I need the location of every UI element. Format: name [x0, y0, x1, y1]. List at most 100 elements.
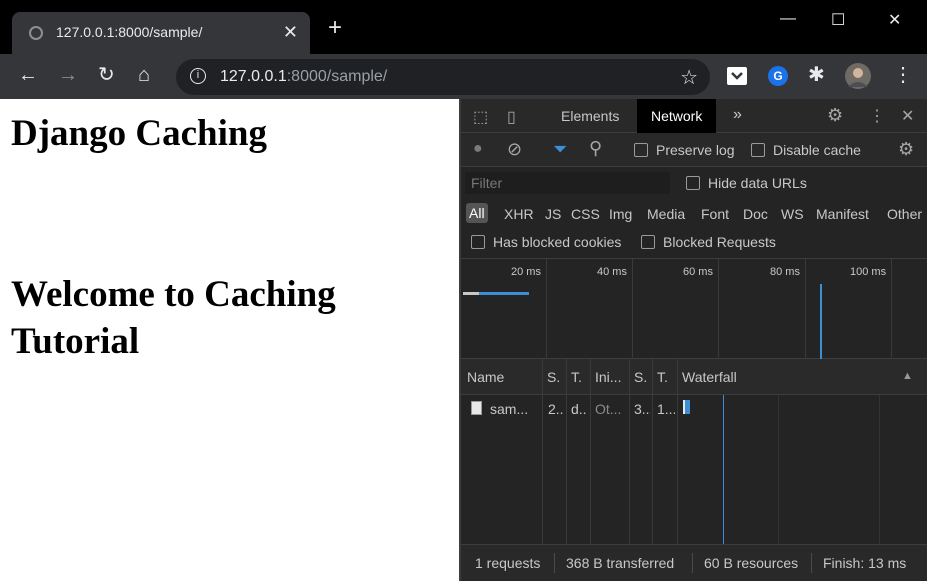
devtools-close-icon[interactable]: ✕	[901, 106, 914, 126]
tab-network[interactable]: Network	[637, 99, 717, 133]
overview-tick-label: 80 ms	[770, 266, 800, 278]
devtools-panel: ⬚ ▯ Elements Network » ⚙ ⋮ ✕ ● ⊘ ⏷ ⚲ Pre…	[459, 99, 927, 581]
home-button[interactable]: ⌂	[138, 65, 150, 85]
network-controls: ● ⊘ ⏷ ⚲ Preserve log Disable cache ⚙	[461, 133, 927, 167]
type-filter-manifest[interactable]: Manifest	[816, 206, 869, 222]
waterfall-gridline	[778, 395, 779, 544]
type-filter-ws[interactable]: WS	[781, 206, 804, 222]
devtools-menu-icon[interactable]: ⋮	[869, 106, 885, 126]
blocked-requests-checkbox[interactable]	[641, 235, 655, 249]
device-toolbar-icon[interactable]: ▯	[507, 107, 516, 127]
url-text: 127.0.0.1:8000/sample/	[220, 68, 388, 85]
type-filter-img[interactable]: Img	[609, 206, 632, 222]
column-header-name[interactable]: Name	[467, 369, 504, 385]
preserve-log-label: Preserve log	[656, 142, 735, 158]
network-settings-gear-icon[interactable]: ⚙	[898, 139, 914, 160]
blocked-filters-row: Has blocked cookies Blocked Requests	[461, 229, 927, 259]
timeline-overview[interactable]: 20 ms 40 ms 60 ms 80 ms 100 ms	[461, 259, 927, 359]
overview-tick-label: 60 ms	[683, 266, 713, 278]
type-filter-media[interactable]: Media	[647, 206, 685, 222]
disable-cache-checkbox[interactable]	[751, 143, 765, 157]
type-filter-other[interactable]: Other	[887, 206, 922, 222]
type-filter-xhr[interactable]: XHR	[504, 206, 534, 222]
filter-icon[interactable]: ⏷	[553, 139, 567, 160]
column-header-initiator[interactable]: Ini...	[595, 369, 625, 385]
browser-tab[interactable]: 127.0.0.1:8000/sample/ ✕	[12, 12, 310, 54]
settings-gear-icon[interactable]: ⚙	[827, 105, 843, 126]
overview-load-marker	[820, 284, 822, 359]
page-heading-welcome-line2: Tutorial	[11, 321, 140, 362]
info-icon[interactable]: i	[190, 68, 206, 84]
close-window-button[interactable]: ✕	[888, 10, 901, 30]
column-header-size[interactable]: S.	[634, 369, 648, 385]
has-blocked-cookies-checkbox[interactable]	[471, 235, 485, 249]
type-filter-doc[interactable]: Doc	[743, 206, 768, 222]
disable-cache-label: Disable cache	[773, 142, 861, 158]
hide-data-urls-checkbox[interactable]	[686, 176, 700, 190]
sort-up-icon[interactable]: ▲	[902, 370, 913, 382]
svg-text:G: G	[773, 69, 782, 83]
network-status-bar: 1 requests 368 B transferred 60 B resour…	[461, 544, 927, 581]
tab-title: 127.0.0.1:8000/sample/	[56, 24, 203, 40]
overview-gridline	[805, 259, 806, 359]
search-icon[interactable]: ⚲	[589, 138, 602, 159]
cell-name: sam...	[490, 401, 529, 417]
profile-avatar[interactable]	[845, 63, 871, 89]
title-bar: 127.0.0.1:8000/sample/ ✕ + — ☐ ✕	[0, 0, 927, 54]
type-filter-js[interactable]: JS	[545, 206, 561, 222]
has-blocked-cookies-label: Has blocked cookies	[493, 234, 622, 250]
type-filter-font[interactable]: Font	[701, 206, 729, 222]
column-header-waterfall[interactable]: Waterfall	[682, 369, 737, 385]
column-divider	[652, 359, 653, 544]
forward-button[interactable]: →	[58, 65, 78, 85]
page-heading-django: Django Caching	[11, 113, 267, 154]
waterfall-load-marker	[723, 395, 724, 544]
preserve-log-checkbox[interactable]	[634, 143, 648, 157]
column-header-type[interactable]: T.	[571, 369, 585, 385]
status-divider	[811, 553, 812, 573]
globe-icon	[29, 26, 43, 40]
address-bar[interactable]: i 127.0.0.1:8000/sample/ ☆	[176, 59, 710, 95]
overview-tick-label: 20 ms	[511, 266, 541, 278]
overview-tick-label: 40 ms	[597, 266, 627, 278]
requests-table-header: Name S. T. Ini... S. T. Waterfall ▲	[461, 359, 927, 395]
filter-input[interactable]: Filter	[465, 172, 670, 194]
bookmark-star-icon[interactable]: ☆	[680, 65, 698, 90]
new-tab-button[interactable]: +	[328, 16, 342, 40]
devtools-tabbar: ⬚ ▯ Elements Network » ⚙ ⋮ ✕	[461, 99, 927, 133]
status-divider	[692, 553, 693, 573]
browser-toolbar: ← → ↻ ⌂ i 127.0.0.1:8000/sample/ ☆ G ✱ ⋮	[0, 54, 927, 99]
document-icon	[471, 401, 482, 415]
status-transferred: 368 B transferred	[566, 555, 675, 571]
cell-time: 1...	[657, 401, 675, 417]
column-header-status[interactable]: S.	[547, 369, 561, 385]
resource-type-filters: All XHR JS CSS Img Media Font Doc WS Man…	[461, 199, 927, 229]
minimize-button[interactable]: —	[780, 10, 796, 28]
hide-data-urls-label: Hide data URLs	[708, 175, 807, 191]
blocked-requests-label: Blocked Requests	[663, 234, 776, 250]
browser-menu-icon[interactable]: ⋮	[893, 65, 913, 85]
reload-button[interactable]: ↻	[98, 65, 115, 85]
cell-status: 2...	[548, 401, 564, 417]
tab-elements[interactable]: Elements	[561, 108, 619, 124]
type-filter-css[interactable]: CSS	[571, 206, 600, 222]
overview-gridline	[891, 259, 892, 359]
inspect-element-icon[interactable]: ⬚	[473, 107, 488, 127]
clear-icon[interactable]: ⊘	[507, 139, 522, 160]
close-tab-icon[interactable]: ✕	[283, 22, 298, 43]
status-requests: 1 requests	[475, 555, 541, 571]
requests-table: Name S. T. Ini... S. T. Waterfall ▲ sam.…	[461, 359, 927, 544]
column-header-time[interactable]: T.	[657, 369, 671, 385]
type-filter-all[interactable]: All	[466, 203, 488, 223]
column-divider	[542, 359, 543, 544]
record-icon[interactable]: ●	[473, 140, 483, 158]
more-tabs-icon[interactable]: »	[733, 106, 742, 124]
extensions-puzzle-icon[interactable]: ✱	[808, 65, 825, 85]
pocket-extension-icon[interactable]	[726, 65, 748, 87]
grammarly-extension-icon[interactable]: G	[767, 65, 789, 87]
column-divider	[566, 359, 567, 544]
cell-initiator: Ot...	[595, 401, 622, 417]
back-button[interactable]: ←	[18, 65, 38, 85]
maximize-button[interactable]: ☐	[831, 10, 845, 30]
page-heading-welcome-line1: Welcome to Caching	[11, 274, 336, 315]
